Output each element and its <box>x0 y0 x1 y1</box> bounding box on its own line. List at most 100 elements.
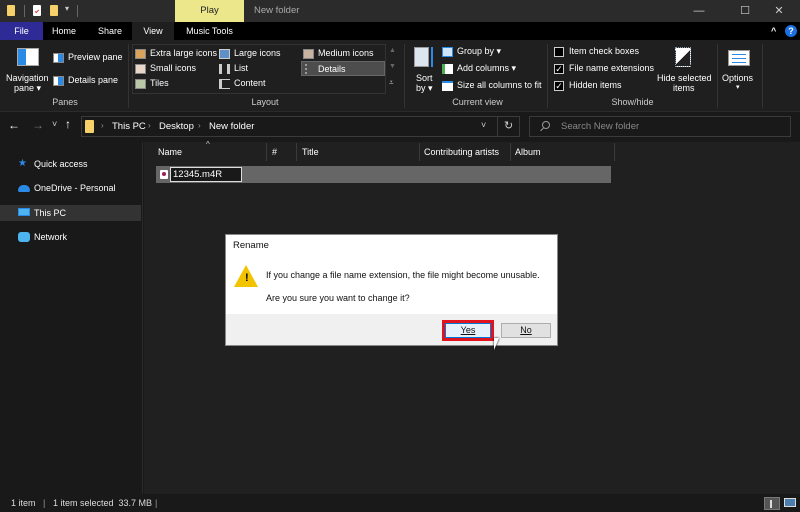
item-count: 1 item <box>11 498 36 508</box>
no-button[interactable]: No <box>501 323 551 338</box>
hide-selected-icon <box>675 47 691 67</box>
contextual-tab-label: Play <box>200 5 219 16</box>
details-view-button[interactable] <box>764 497 780 510</box>
file-row[interactable]: 12345.m4R <box>156 166 611 183</box>
layout-small-icons[interactable]: Small icons <box>135 62 219 75</box>
tab-file[interactable]: File <box>0 22 43 40</box>
selection-info: 1 item selected 33.7 MB <box>53 498 153 508</box>
layout-large-icons[interactable]: Large icons <box>219 47 299 60</box>
details-view-icon <box>770 500 774 508</box>
layout-extra-large-icons[interactable]: Extra large icons <box>135 47 219 60</box>
preview-pane-icon <box>53 53 64 63</box>
file-name-extensions-checkbox[interactable]: ✓ <box>554 64 564 74</box>
add-columns-button[interactable]: Add columns ▾ <box>442 63 532 76</box>
properties-icon[interactable] <box>33 5 41 16</box>
separator <box>497 116 498 137</box>
maximize-icon: ☐ <box>740 5 750 17</box>
rename-dialog: Rename ! If you change a file name exten… <box>225 234 558 346</box>
gallery-expand-icon[interactable]: ⩡ <box>389 78 394 88</box>
navigation-pane-button[interactable]: Navigation pane ▾ <box>4 44 50 94</box>
gallery-scroll-up-icon[interactable]: ▲ <box>389 47 396 54</box>
separator <box>762 44 763 108</box>
sidebar-item-network[interactable]: Network <box>0 229 141 245</box>
sidebar-item-quick-access[interactable]: ★ Quick access <box>0 156 141 172</box>
large-icons-view-button[interactable] <box>784 498 796 507</box>
address-bar[interactable] <box>81 116 520 137</box>
search-icon-handle <box>540 127 544 132</box>
gallery-scroll-down-icon[interactable]: ▼ <box>389 63 396 70</box>
column-header-contributing-artists[interactable]: Contributing artists <box>424 147 499 157</box>
list-icon <box>219 64 230 74</box>
tab-share[interactable]: Share <box>89 22 131 40</box>
computer-icon <box>18 208 30 216</box>
size-all-columns-button[interactable]: Size all columns to fit <box>442 80 547 93</box>
warning-icon-mark: ! <box>245 272 249 284</box>
sidebar-item-onedrive[interactable]: OneDrive - Personal <box>0 180 141 196</box>
item-check-boxes-toggle[interactable]: Item check boxes <box>554 46 649 59</box>
details-pane-button[interactable]: Details pane <box>53 74 123 87</box>
breadcrumb-desktop[interactable]: Desktop <box>159 121 194 132</box>
large-icons-icon <box>219 49 230 59</box>
breadcrumb-this-pc[interactable]: This PC <box>112 121 146 132</box>
yes-button[interactable]: Yes <box>445 323 491 338</box>
sidebar-item-this-pc[interactable]: This PC <box>0 205 141 221</box>
forward-button[interactable]: → <box>32 118 44 132</box>
dialog-message: If you change a file name extension, the… <box>266 270 540 280</box>
options-button[interactable]: Options ▾ <box>720 44 758 94</box>
chevron-down-icon: ˅ <box>52 119 58 129</box>
column-divider[interactable] <box>296 143 297 161</box>
help-icon[interactable]: ? <box>785 25 797 37</box>
layout-tiles[interactable]: Tiles <box>135 77 219 90</box>
minimize-icon: — <box>693 5 705 17</box>
group-by-icon <box>442 47 453 57</box>
breadcrumb-new-folder[interactable]: New folder <box>209 121 254 132</box>
recent-locations-button[interactable]: ˅ <box>52 119 57 129</box>
hidden-items-checkbox[interactable]: ✓ <box>554 81 564 91</box>
collapse-ribbon-icon[interactable]: ^ <box>771 26 776 36</box>
window-title: New folder <box>254 5 300 16</box>
tab-view[interactable]: View <box>132 22 174 40</box>
up-button[interactable]: ↑ <box>65 117 71 131</box>
search-input[interactable]: Search New folder <box>529 116 791 137</box>
separator <box>77 5 78 17</box>
group-by-button[interactable]: Group by ▾ <box>442 46 532 59</box>
preview-pane-button[interactable]: Preview pane <box>53 51 123 64</box>
column-header-name[interactable]: Name <box>158 147 182 157</box>
tab-music-tools[interactable]: Music Tools <box>175 22 244 40</box>
item-check-boxes-checkbox[interactable] <box>554 47 564 57</box>
back-button[interactable]: ← <box>8 118 20 132</box>
navigation-pane-icon <box>17 48 39 66</box>
column-header-album[interactable]: Album <box>515 147 541 157</box>
tiles-icon <box>135 79 146 89</box>
size-columns-icon <box>442 81 453 91</box>
layout-list[interactable]: List <box>219 62 299 75</box>
details-pane-icon <box>53 76 64 86</box>
sort-by-button[interactable]: Sort by ▾ <box>410 44 438 94</box>
layout-content[interactable]: Content <box>219 77 299 90</box>
column-header-title[interactable]: Title <box>302 147 319 157</box>
minimize-button[interactable]: — <box>676 0 722 22</box>
refresh-button[interactable]: ↻ <box>504 119 513 132</box>
close-button[interactable]: ✕ <box>756 0 800 22</box>
tab-home[interactable]: Home <box>43 22 85 40</box>
address-dropdown-button[interactable]: ˅ <box>481 120 486 130</box>
status-separator: | <box>43 498 46 508</box>
breadcrumb-separator: › <box>148 121 151 130</box>
layout-medium-icons[interactable]: Medium icons <box>303 47 383 60</box>
hide-selected-items-button[interactable]: Hide selected items <box>655 44 713 94</box>
column-divider[interactable] <box>266 143 267 161</box>
column-header-number[interactable]: # <box>272 147 277 157</box>
show-hide-group-label: Show/hide <box>611 97 654 107</box>
content-icon <box>219 79 230 89</box>
new-folder-icon[interactable] <box>50 5 58 16</box>
column-divider[interactable] <box>510 143 511 161</box>
customize-qat-icon[interactable]: ▾ <box>65 4 69 13</box>
sort-by-icon <box>414 47 429 67</box>
rename-input[interactable]: 12345.m4R <box>170 167 242 182</box>
forward-arrow-icon: → <box>32 118 44 132</box>
column-divider[interactable] <box>419 143 420 161</box>
column-divider[interactable] <box>614 143 615 161</box>
hidden-items-toggle[interactable]: ✓ Hidden items <box>554 80 644 93</box>
layout-details[interactable]: Details <box>301 61 385 76</box>
file-name-extensions-toggle[interactable]: ✓ File name extensions <box>554 63 654 76</box>
